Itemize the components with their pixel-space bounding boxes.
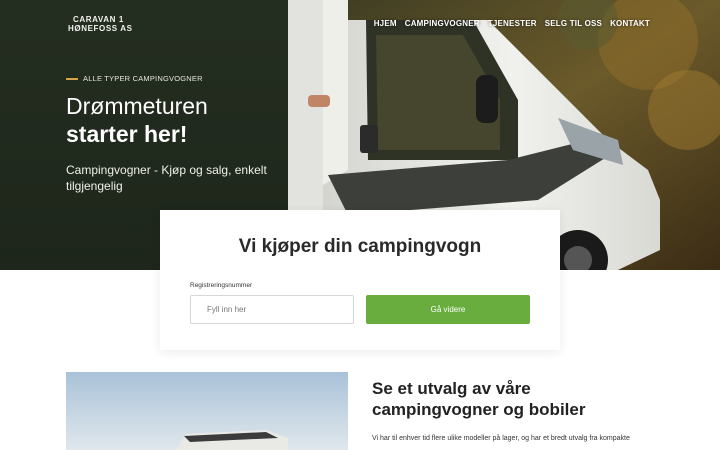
hero-subtitle: Campingvogner - Kjøp og salg, enkelt til…	[66, 163, 267, 193]
registration-number-label: Registreringsnummer	[190, 282, 253, 289]
registration-number-input[interactable]	[190, 295, 354, 324]
buy-card-title: Vi kjøper din campingvogn	[238, 236, 482, 257]
selection-title: Se et utvalg av våre campingvogner og bo…	[372, 379, 586, 419]
selection-body: Vi har til enhver tid flere ulike modell…	[372, 435, 630, 442]
eyebrow-dash	[66, 77, 78, 80]
brand-line-1: CARAVAN 1	[73, 15, 124, 24]
hero-text-block: ALLE TYPER CAMPINGVOGNER Drømmeturen sta…	[66, 74, 281, 194]
hero-title: Drømmeturen starter her!	[66, 92, 281, 148]
hero-title-line-2: starter her!	[66, 121, 188, 147]
nav-item-hjem[interactable]: HJEM	[374, 19, 397, 28]
buy-caravan-card: Vi kjøper din campingvogn Registreringsn…	[160, 210, 560, 350]
hero-eyebrow-text: ALLE TYPER CAMPINGVOGNER	[83, 74, 203, 83]
nav-item-selg-til-oss[interactable]: SELG TIL OSS	[545, 19, 602, 28]
main-nav: HJEM CAMPINGVOGNER TJENESTER SELG TIL OS…	[374, 19, 650, 28]
nav-item-tjenester[interactable]: TJENESTER	[488, 19, 537, 28]
brand-line-2: HØNEFOSS AS	[68, 24, 133, 33]
hero-title-line-1: Drømmeturen	[66, 93, 208, 119]
nav-item-kontakt[interactable]: KONTAKT	[610, 19, 650, 28]
nav-item-campingvogner[interactable]: CAMPINGVOGNER	[405, 19, 480, 28]
brand-logo[interactable]: CARAVAN 1 HØNEFOSS AS	[68, 15, 133, 33]
selection-photo	[66, 372, 348, 450]
hero-eyebrow: ALLE TYPER CAMPINGVOGNER	[66, 74, 281, 83]
continue-button[interactable]: Gå videre	[366, 295, 530, 324]
